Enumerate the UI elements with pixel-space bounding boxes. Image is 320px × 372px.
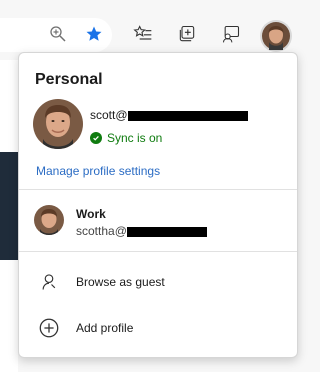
primary-profile-avatar	[33, 99, 83, 149]
collections-icon[interactable]	[175, 22, 199, 46]
primary-email: scott@	[90, 108, 248, 122]
profile-flyout: Personal scott@ Sync is on Manage profil…	[18, 52, 298, 358]
redacted-email-block	[126, 226, 207, 237]
profile-avatar-button[interactable]	[260, 20, 292, 52]
zoom-icon[interactable]	[46, 22, 70, 46]
browse-as-guest-label: Browse as guest	[76, 275, 165, 289]
guest-person-icon	[37, 270, 61, 294]
page-dark-band	[0, 152, 18, 260]
sync-status-text: Sync is on	[107, 131, 163, 145]
work-profile-name[interactable]: Work	[76, 207, 106, 221]
divider	[19, 251, 297, 252]
favorite-star-icon[interactable]	[82, 22, 106, 46]
check-circle-icon	[90, 132, 102, 144]
manage-profile-settings-link[interactable]: Manage profile settings	[36, 164, 160, 178]
browser-toolbar	[0, 0, 302, 52]
browse-as-guest-button[interactable]: Browse as guest	[19, 264, 297, 300]
add-profile-label: Add profile	[76, 321, 134, 335]
sync-status: Sync is on	[90, 131, 162, 145]
add-profile-button[interactable]: Add profile	[19, 310, 297, 346]
favorites-list-icon[interactable]	[131, 22, 155, 46]
work-profile-email: scottha@	[76, 224, 207, 238]
work-profile-avatar[interactable]	[34, 205, 64, 235]
profile-avatar	[262, 22, 290, 50]
divider	[19, 189, 297, 190]
redacted-email-block	[127, 110, 248, 121]
add-circle-icon	[37, 316, 61, 340]
page-background-strip	[0, 60, 18, 372]
section-title: Personal	[35, 71, 103, 88]
feedback-icon[interactable]	[219, 22, 243, 46]
